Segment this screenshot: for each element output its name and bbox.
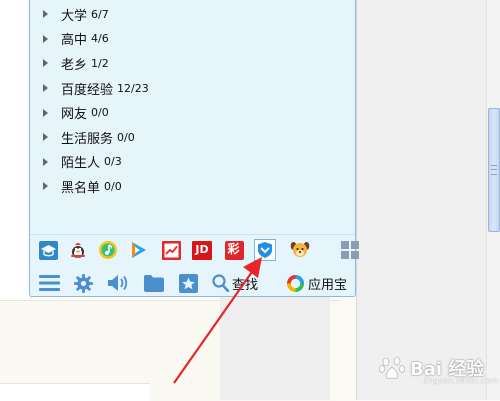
scrollbar-thumb[interactable] [488,108,500,232]
jd-label: JD [195,243,209,256]
lottery-icon[interactable]: 彩 [224,240,244,260]
expand-arrow-icon [43,34,48,43]
favorites-icon[interactable] [176,272,200,294]
group-count: 0/0 [117,130,135,144]
app-store-label: 应用宝 [308,277,348,293]
group-name: 大学 [61,8,88,24]
expand-arrow-icon [43,59,48,68]
group-item-netfriends[interactable]: 网友 0/0 [30,100,355,125]
education-icon[interactable] [38,240,58,260]
expand-arrow-icon [43,133,48,142]
group-name: 高中 [61,33,88,49]
main-menu-icon[interactable] [38,272,60,294]
group-name: 生活服务 [61,131,114,147]
folder-icon[interactable] [142,272,166,294]
expand-arrow-icon [43,84,48,93]
group-count: 12/23 [117,81,149,95]
group-name: 网友 [61,107,88,123]
group-item-university[interactable]: 大学 6/7 [30,2,355,27]
group-name: 百度经验 [61,82,114,98]
speaker-icon[interactable] [106,272,130,294]
dog-mascot-icon[interactable] [290,240,310,260]
scrollbar-grip-icon [491,165,497,175]
qq-music-icon[interactable] [98,240,118,260]
group-item-strangers[interactable]: 陌生人 0/3 [30,150,355,175]
group-name: 老乡 [61,57,88,73]
bottom-toolbar: 查找 应用宝 [38,272,358,294]
lottery-label: 彩 [227,242,240,256]
group-item-hometown[interactable]: 老乡 1/2 [30,51,355,76]
group-item-life-services[interactable]: 生活服务 0/0 [30,125,355,150]
qq-main-panel: 大学 6/7 高中 4/6 老乡 1/2 百度经验 12/23 网友 0/0 生… [29,0,360,297]
tencent-video-icon[interactable] [128,240,148,260]
jd-icon[interactable]: JD [192,240,212,260]
expand-arrow-icon [43,10,48,19]
group-count: 6/7 [91,7,109,21]
expand-arrow-icon [43,108,48,117]
document-panel-footer [0,383,150,401]
group-count: 0/0 [104,179,122,193]
toolbar-divider [30,234,355,235]
group-item-blacklist[interactable]: 黑名单 0/0 [30,174,355,199]
baidu-jingyan-watermark: Bai 经验 jingyan.baidu.com [378,348,498,388]
expand-arrow-icon [43,182,48,191]
app-shortcut-bar: JD 彩 [38,239,360,262]
watermark-url: jingyan.baidu.com [424,376,498,385]
vertical-scrollbar[interactable] [486,0,500,400]
qq-pet-icon[interactable] [68,240,88,260]
contact-group-list: 大学 6/7 高中 4/6 老乡 1/2 百度经验 12/23 网友 0/0 生… [30,0,355,199]
gear-icon[interactable] [72,272,94,294]
app-store-icon [286,274,305,292]
search-button[interactable]: 查找 [212,272,272,294]
group-item-high-school[interactable]: 高中 4/6 [30,27,355,52]
search-label: 查找 [232,277,259,293]
expand-arrow-icon [43,157,48,166]
browser-side-area [356,0,487,400]
group-count: 0/0 [91,106,109,120]
stock-chart-icon[interactable] [161,240,181,260]
qq-security-icon[interactable] [254,239,276,261]
grid-apps-icon[interactable] [340,240,360,260]
background-strip [220,296,330,400]
group-item-baidu-jingyan[interactable]: 百度经验 12/23 [30,76,355,101]
group-name: 黑名单 [61,180,101,196]
group-count: 1/2 [91,56,109,70]
baidu-paw-icon [379,356,405,379]
app-store-button[interactable]: 应用宝 [286,272,358,294]
group-count: 4/6 [91,32,109,46]
group-name: 陌生人 [61,156,101,172]
group-count: 0/3 [104,155,122,169]
